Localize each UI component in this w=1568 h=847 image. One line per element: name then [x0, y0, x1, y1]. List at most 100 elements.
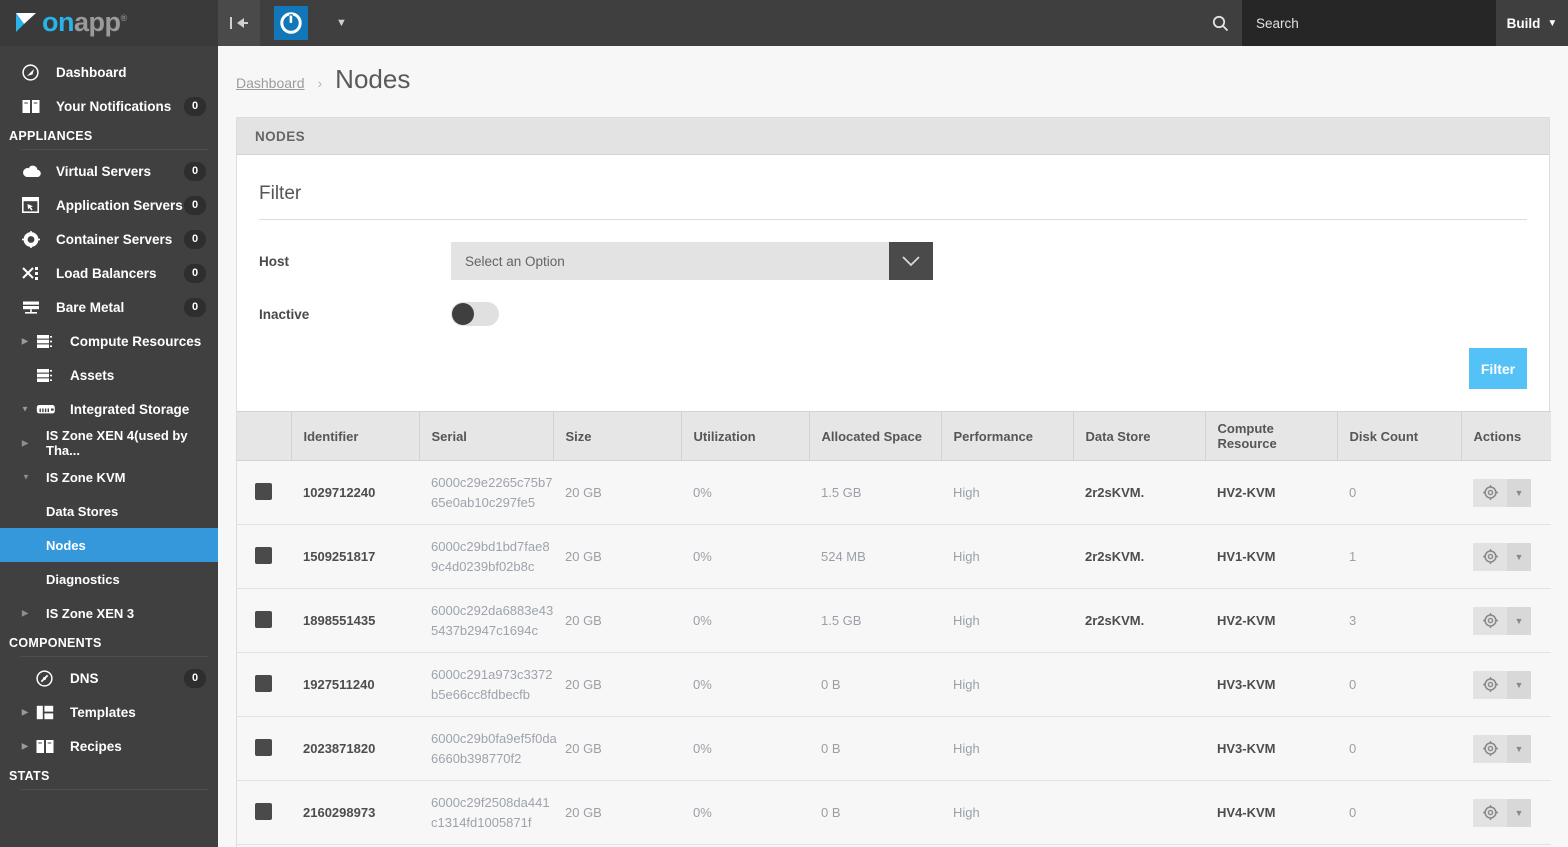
column-header-identifier[interactable]: Identifier: [291, 411, 420, 461]
serial-line-2: 5437b2947c1694c: [431, 622, 538, 638]
notification-count-badge: 0: [184, 96, 206, 116]
sidebar-item-recipes[interactable]: ▶ Recipes: [0, 729, 218, 763]
sidebar-item-integrated-storage[interactable]: ▼ Integrated Storage: [0, 392, 218, 426]
chevron-down-icon[interactable]: ▼: [1507, 798, 1531, 827]
row-checkbox[interactable]: [255, 738, 272, 756]
row-select-cell[interactable]: [237, 524, 291, 589]
cell-performance: High: [941, 460, 1073, 525]
cell-disk-count: 0: [1337, 780, 1461, 845]
sidebar-item-your-notifications[interactable]: Your Notifications 0: [0, 89, 218, 123]
row-select-cell[interactable]: [237, 588, 291, 653]
sidebar-item-load-balancers[interactable]: Load Balancers 0: [0, 256, 218, 290]
sidebar-item-is-zone-kvm[interactable]: ▼ IS Zone KVM: [0, 460, 218, 494]
gear-icon[interactable]: [1473, 798, 1507, 827]
chevron-down-icon[interactable]: ▼: [336, 17, 347, 29]
row-checkbox[interactable]: [255, 482, 272, 500]
divider: [259, 219, 1527, 220]
gear-icon[interactable]: [1473, 478, 1507, 507]
row-select-cell[interactable]: [237, 460, 291, 525]
main-content: Dashboard › Nodes NODES Filter Host Sele…: [218, 46, 1568, 847]
compass-icon: [36, 669, 62, 687]
column-header-select[interactable]: [237, 411, 292, 461]
column-header-performance[interactable]: Performance: [941, 411, 1074, 461]
column-header-actions: Actions: [1461, 411, 1551, 461]
divider: [20, 789, 208, 790]
column-header-data-store[interactable]: Data Store: [1073, 411, 1206, 461]
table-row[interactable]: 1898551435 6000c292da6883e43 5437b2947c169…: [237, 588, 1551, 653]
sidebar-item-container-servers[interactable]: Container Servers 0: [0, 222, 218, 256]
row-actions-group: ▼: [1473, 478, 1531, 507]
row-checkbox[interactable]: [255, 674, 272, 692]
row-checkbox[interactable]: [255, 610, 272, 628]
filter-section: Filter Host Select an Option Inactive: [237, 155, 1549, 326]
chevron-down-icon[interactable]: ▼: [1507, 670, 1531, 699]
gear-icon[interactable]: [1473, 542, 1507, 571]
sidebar-item-virtual-servers[interactable]: Virtual Servers 0: [0, 154, 218, 188]
sidebar-item-data-stores[interactable]: Data Stores: [0, 494, 218, 528]
app-logo[interactable]: onapp®: [0, 0, 218, 46]
sidebar-item-label: Application Servers: [56, 197, 183, 213]
sidebar-item-dashboard[interactable]: Dashboard: [0, 55, 218, 89]
inactive-toggle[interactable]: [451, 302, 499, 326]
chevron-down-icon[interactable]: ▼: [1507, 606, 1531, 635]
column-header-allocated-space[interactable]: Allocated Space: [809, 411, 942, 461]
filter-button[interactable]: Filter: [1469, 348, 1527, 389]
gear-icon[interactable]: [1473, 606, 1507, 635]
chevron-down-icon[interactable]: ▼: [1507, 734, 1531, 763]
sidebar-item-dns[interactable]: DNS 0: [0, 661, 218, 695]
cell-actions: ▼: [1461, 588, 1551, 653]
table-row[interactable]: 2160298973 6000c29f2508da441 c1314fd100587…: [237, 780, 1551, 845]
row-checkbox[interactable]: [255, 802, 272, 820]
table-row[interactable]: 1029712240 6000c29e2265c75b7 65e0ab10c297f…: [237, 460, 1551, 525]
sidebar-item-label: Templates: [70, 704, 136, 720]
search-field-wrapper[interactable]: [1242, 0, 1496, 46]
row-checkbox[interactable]: [255, 546, 272, 564]
serial-line-1: 6000c29f2508da441: [431, 795, 550, 810]
sidebar-item-application-servers[interactable]: Application Servers 0: [0, 188, 218, 222]
row-select-cell[interactable]: [237, 716, 291, 781]
row-select-cell[interactable]: [237, 652, 291, 717]
power-badge-icon[interactable]: [274, 6, 308, 40]
breadcrumb-link-dashboard[interactable]: Dashboard: [236, 75, 305, 91]
column-header-size[interactable]: Size: [553, 411, 682, 461]
sidebar-item-bare-metal[interactable]: Bare Metal 0: [0, 290, 218, 324]
cell-serial: 6000c291a973c3372 b5e66cc8fdbecfb: [419, 652, 553, 717]
sidebar-item-is-zone-xen-3[interactable]: ▶ IS Zone XEN 3: [0, 596, 218, 630]
serial-line-1: 6000c29b0fa9ef5f0da: [431, 731, 557, 746]
cell-performance: High: [941, 588, 1073, 653]
cell-size: 20 GB: [553, 716, 681, 781]
cell-serial: 6000c29b0fa9ef5f0da 6660b398770f2: [419, 716, 557, 781]
column-header-serial[interactable]: Serial: [419, 411, 554, 461]
gear-icon[interactable]: [1473, 670, 1507, 699]
column-header-compute-resource[interactable]: Compute Resource: [1205, 411, 1338, 461]
host-select-value: Select an Option: [451, 242, 889, 280]
sidebar-item-compute-resources[interactable]: ▶ Compute Resources: [0, 324, 218, 358]
sidebar-item-is-zone-xen-4[interactable]: ▶ IS Zone XEN 4(used by Tha...: [0, 426, 218, 460]
search-icon[interactable]: [1198, 0, 1242, 46]
sidebar-item-nodes[interactable]: Nodes: [0, 528, 218, 562]
cell-allocated-space: 1.5 GB: [809, 460, 941, 525]
sidebar-collapse-icon[interactable]: [218, 0, 260, 46]
sidebar-item-templates[interactable]: ▶ Templates: [0, 695, 218, 729]
cell-allocated-space: 1.5 GB: [809, 588, 941, 653]
build-button[interactable]: Build ▼: [1496, 0, 1568, 46]
cell-compute-resource: HV2-KVM: [1205, 460, 1337, 525]
gear-icon[interactable]: [1473, 734, 1507, 763]
cell-actions: ▼: [1461, 780, 1551, 845]
host-select[interactable]: Select an Option: [451, 242, 933, 280]
table-row[interactable]: 1509251817 6000c29bd1bd7fae8 9c4d0239bf02b…: [237, 524, 1551, 589]
cell-identifier: 2023871820: [291, 716, 419, 781]
table-row[interactable]: 2023871820 6000c29b0fa9ef5f0da 6660b398770…: [237, 716, 1551, 781]
serial-line-1: 6000c29e2265c75b7: [431, 475, 553, 490]
table-row[interactable]: 1927511240 6000c291a973c3372 b5e66cc8fdbec…: [237, 652, 1551, 717]
sidebar-item-assets[interactable]: Assets: [0, 358, 218, 392]
column-header-utilization[interactable]: Utilization: [681, 411, 810, 461]
sidebar-item-diagnostics[interactable]: Diagnostics: [0, 562, 218, 596]
inactive-filter-row: Inactive: [259, 302, 1527, 326]
chevron-down-icon[interactable]: ▼: [1507, 542, 1531, 571]
table-header-row: Identifier Serial Size Utilization Alloc…: [237, 411, 1551, 461]
row-select-cell[interactable]: [237, 780, 291, 845]
column-header-disk-count[interactable]: Disk Count: [1337, 411, 1462, 461]
chevron-down-icon[interactable]: ▼: [1507, 478, 1531, 507]
search-input[interactable]: [1254, 14, 1484, 32]
